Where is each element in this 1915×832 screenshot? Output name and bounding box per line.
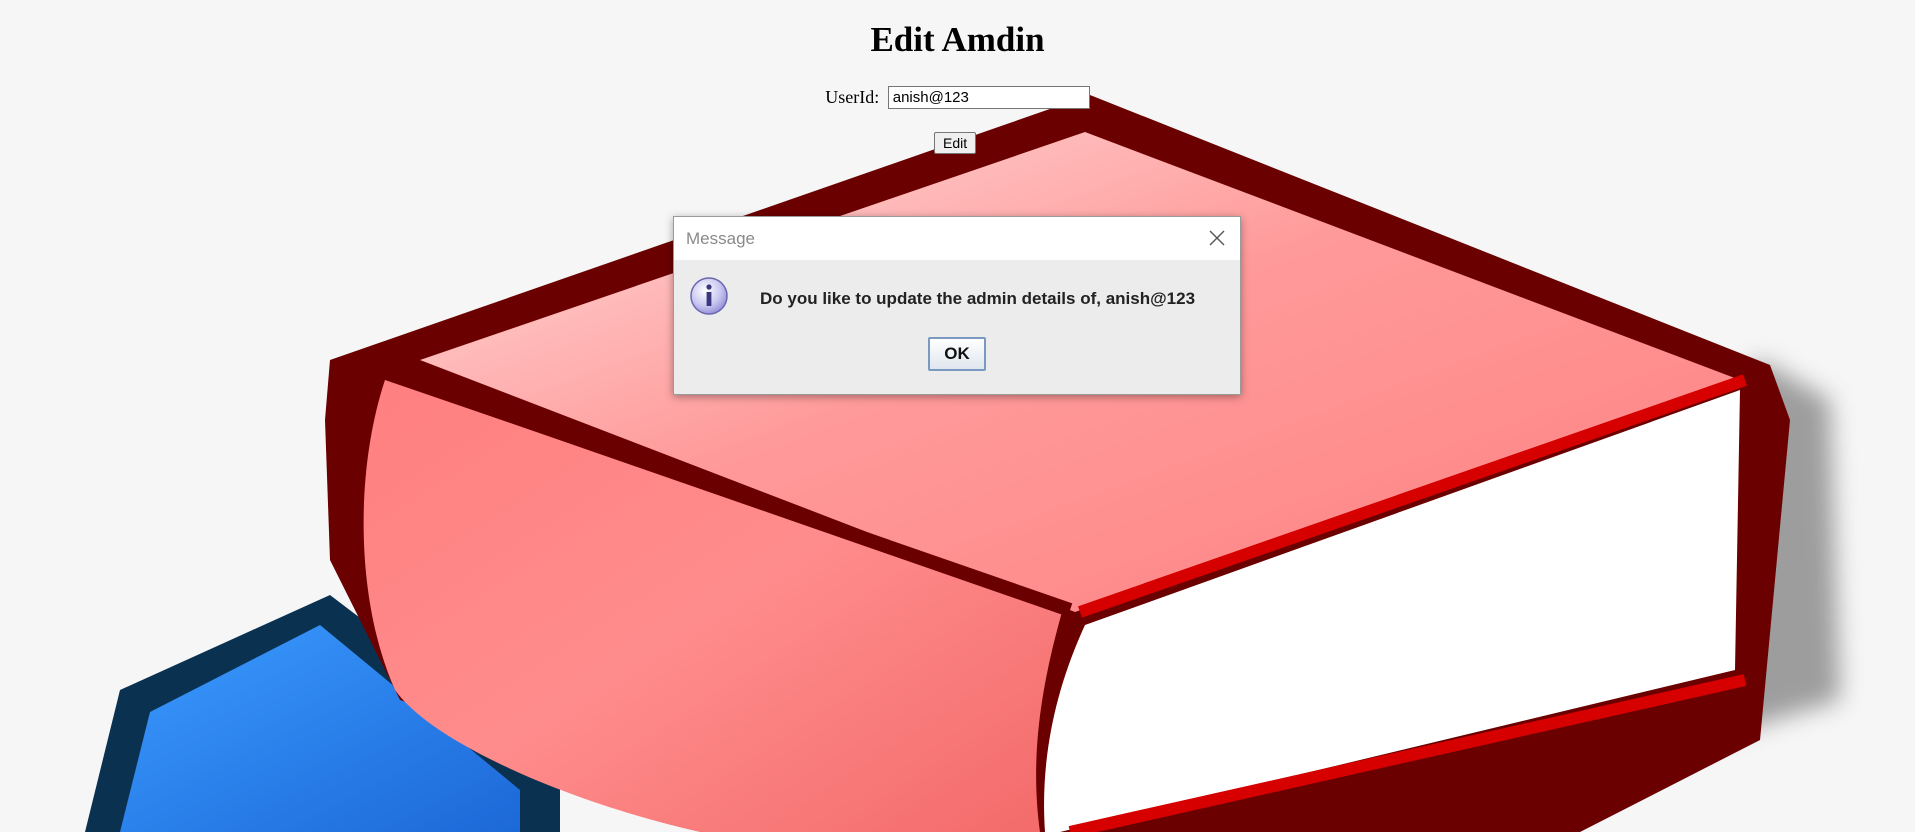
ok-button[interactable]: OK — [928, 337, 986, 371]
dialog-message: Do you like to update the admin details … — [760, 289, 1196, 308]
userid-row: UserId: — [0, 86, 1915, 110]
userid-input[interactable] — [887, 86, 1090, 110]
userid-label: UserId: — [825, 87, 880, 108]
message-dialog: Message Do you like to update the admin … — [673, 216, 1241, 395]
red-book — [325, 95, 1790, 832]
dialog-titlebar[interactable]: Message — [674, 217, 1240, 260]
close-icon[interactable] — [1204, 225, 1230, 251]
info-icon — [690, 277, 728, 315]
books-illustration — [85, 95, 1840, 832]
dialog-title: Message — [686, 229, 755, 248]
page-title: Edit Amdin — [870, 20, 1045, 59]
edit-button[interactable]: Edit — [934, 132, 977, 154]
